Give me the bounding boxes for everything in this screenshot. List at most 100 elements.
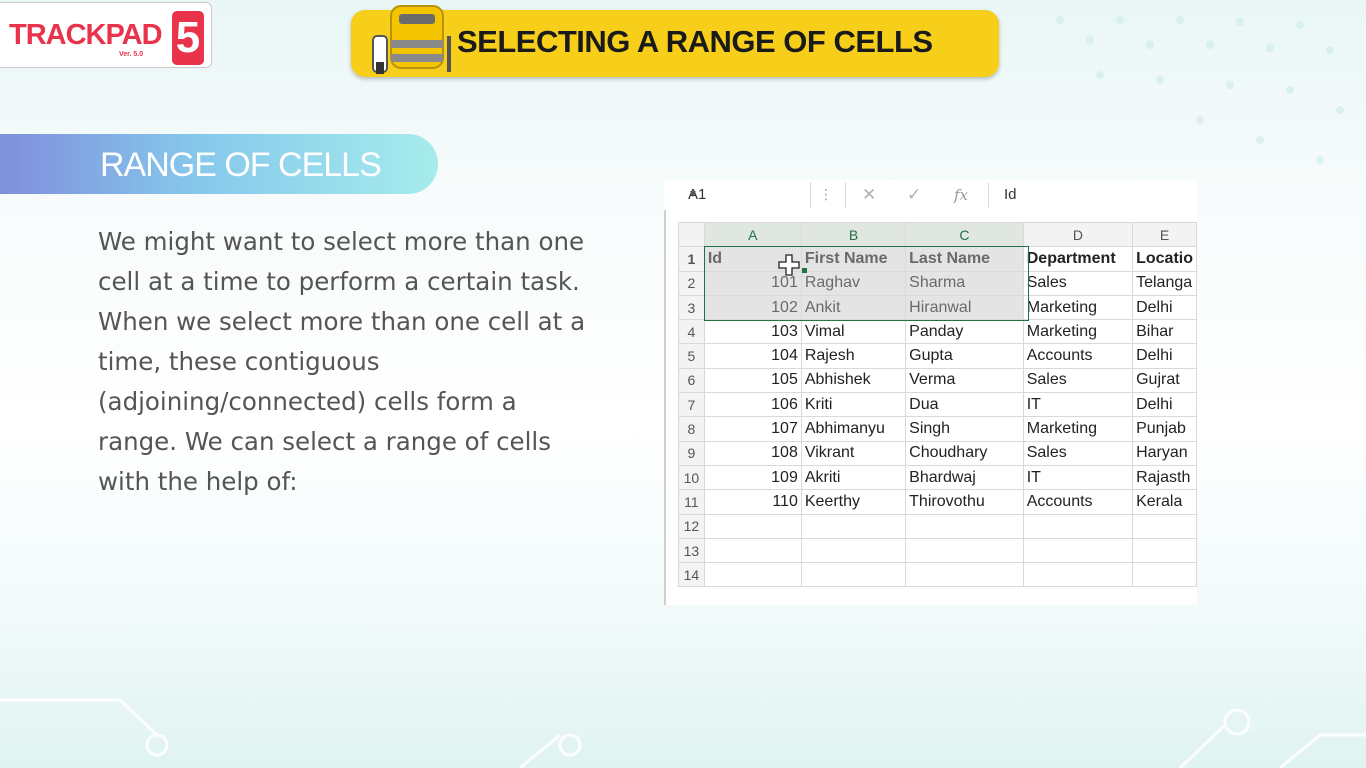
row-header[interactable]: 7 [678, 392, 705, 418]
cell-e[interactable]: Rajasth [1132, 464, 1197, 491]
cell-a[interactable] [703, 562, 802, 588]
cell-c[interactable] [905, 537, 1024, 564]
cell-c[interactable]: Choudhary [905, 440, 1024, 466]
cell-b[interactable]: Abhimanyu [800, 416, 907, 442]
cell-b[interactable] [800, 513, 907, 539]
cell-d[interactable]: Sales [1022, 367, 1134, 394]
cell-e[interactable]: Telanga [1132, 270, 1197, 296]
cell-c[interactable]: Hiranwal [905, 294, 1024, 321]
row-header[interactable]: 4 [678, 319, 705, 345]
cell-e[interactable]: Locatio [1132, 246, 1197, 272]
cell-a[interactable]: 104 [703, 343, 802, 369]
cell-b[interactable]: Kriti [800, 392, 907, 418]
cell-b[interactable]: First Name [800, 246, 907, 272]
row-header[interactable]: 13 [678, 537, 705, 564]
row-header[interactable]: 3 [678, 294, 705, 321]
cell-a[interactable]: 110 [703, 489, 802, 515]
cell-d[interactable]: Marketing [1022, 319, 1134, 345]
cell-d[interactable]: Accounts [1022, 489, 1134, 515]
fill-handle[interactable] [802, 268, 807, 273]
cell-d[interactable]: Marketing [1022, 416, 1134, 442]
table-row: 1 Id First Name Last Name Department Locatio [678, 246, 1197, 272]
column-header-b[interactable]: B [800, 221, 907, 248]
cell-a[interactable]: 107 [703, 416, 802, 442]
cell-c[interactable] [905, 513, 1024, 539]
enter-check-icon[interactable]: ✓ [907, 182, 921, 208]
cell-d[interactable]: Sales [1022, 440, 1134, 466]
cell-e[interactable]: Gujrat [1132, 367, 1197, 394]
insert-function-icon[interactable]: fx [954, 182, 968, 208]
cell-d[interactable] [1022, 562, 1134, 588]
row-header[interactable]: 10 [678, 464, 705, 491]
cell-c[interactable] [905, 562, 1024, 588]
cell-c[interactable]: Gupta [905, 343, 1024, 369]
cell-e[interactable] [1132, 562, 1197, 588]
row-header[interactable]: 11 [678, 489, 705, 515]
name-box[interactable]: A1 ▼ [680, 182, 804, 208]
column-header-a[interactable]: A [703, 221, 802, 248]
worksheet-table: A B C D E 1 Id First Name Last Name Departme… [678, 221, 1197, 588]
cell-d[interactable]: Marketing [1022, 294, 1134, 321]
cell-d[interactable]: IT [1022, 464, 1134, 491]
column-header-d[interactable]: D [1022, 221, 1134, 248]
cell-b[interactable]: Akriti [800, 464, 907, 491]
name-box-dropdown-icon[interactable]: ▼ [688, 182, 698, 208]
cell-c[interactable]: Bhardwaj [905, 464, 1024, 491]
cell-e[interactable]: Haryan [1132, 440, 1197, 466]
row-header[interactable]: 8 [678, 416, 705, 442]
cell-e[interactable]: Bihar [1132, 319, 1197, 345]
cell-c[interactable]: Thirovothu [905, 489, 1024, 515]
formula-bar-grip-icon[interactable]: ⋮ [819, 182, 833, 208]
table-row: 14 [678, 562, 1197, 588]
cell-a[interactable]: 106 [703, 392, 802, 418]
cell-a[interactable]: 102 [703, 294, 802, 321]
cell-d[interactable]: Department [1022, 246, 1134, 272]
cell-e[interactable]: Punjab [1132, 416, 1197, 442]
cell-a[interactable]: 109 [703, 464, 802, 491]
select-all-corner[interactable] [678, 221, 705, 248]
cell-b[interactable] [800, 537, 907, 564]
row-header[interactable]: 14 [678, 562, 705, 588]
row-header[interactable]: 2 [678, 270, 705, 296]
title-banner: SELECTING A RANGE OF CELLS [351, 5, 999, 77]
cell-d[interactable] [1022, 537, 1134, 564]
cell-e[interactable]: Delhi [1132, 343, 1197, 369]
cell-c[interactable]: Verma [905, 367, 1024, 394]
row-header[interactable]: 12 [678, 513, 705, 539]
cancel-icon[interactable]: ✕ [862, 182, 876, 208]
cell-b[interactable]: Vikrant [800, 440, 907, 466]
cell-c[interactable]: Dua [905, 392, 1024, 418]
column-header-c[interactable]: C [905, 221, 1024, 248]
cell-d[interactable]: Sales [1022, 270, 1134, 296]
row-header[interactable]: 6 [678, 367, 705, 394]
row-header[interactable]: 5 [678, 343, 705, 369]
cell-e[interactable]: Delhi [1132, 392, 1197, 418]
cell-a[interactable] [703, 537, 802, 564]
cell-d[interactable]: IT [1022, 392, 1134, 418]
cell-b[interactable]: Ankit [800, 294, 907, 321]
row-header[interactable]: 1 [678, 246, 705, 272]
cell-c[interactable]: Last Name [905, 246, 1024, 272]
cell-d[interactable] [1022, 513, 1134, 539]
cell-e[interactable] [1132, 537, 1197, 564]
formula-input[interactable]: Id [1004, 182, 1017, 208]
cell-b[interactable]: Vimal [800, 319, 907, 345]
cell-a[interactable] [703, 513, 802, 539]
cell-a[interactable]: 105 [703, 367, 802, 394]
cell-b[interactable]: Abhishek [800, 367, 907, 394]
column-header-e[interactable]: E [1132, 221, 1197, 248]
cell-b[interactable] [800, 562, 907, 588]
cell-c[interactable]: Singh [905, 416, 1024, 442]
cell-a[interactable]: 103 [703, 319, 802, 345]
cell-b[interactable]: Keerthy [800, 489, 907, 515]
cell-b[interactable]: Rajesh [800, 343, 907, 369]
row-header[interactable]: 9 [678, 440, 705, 466]
cell-e[interactable]: Kerala [1132, 489, 1197, 515]
cell-c[interactable]: Panday [905, 319, 1024, 345]
cell-e[interactable]: Delhi [1132, 294, 1197, 321]
cell-a[interactable]: 108 [703, 440, 802, 466]
cell-e[interactable] [1132, 513, 1197, 539]
cell-d[interactable]: Accounts [1022, 343, 1134, 369]
cell-b[interactable]: Raghav [800, 270, 907, 296]
cell-c[interactable]: Sharma [905, 270, 1024, 296]
